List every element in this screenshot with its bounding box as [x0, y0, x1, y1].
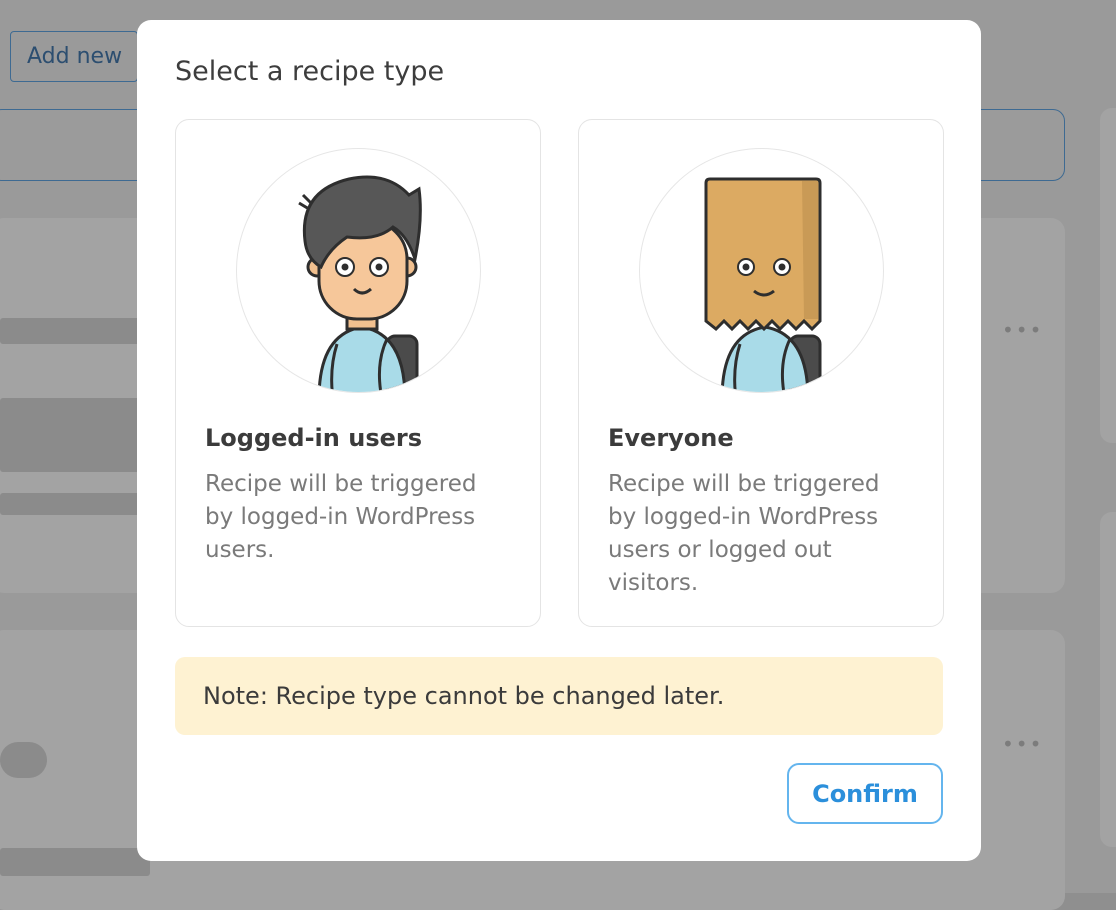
modal-title: Select a recipe type — [175, 56, 445, 87]
paper-bag-head-person-illustration — [639, 148, 884, 393]
option-title: Everyone — [608, 424, 734, 452]
option-everyone[interactable]: Everyone Recipe will be triggered by log… — [578, 119, 944, 627]
more-options-icon[interactable]: ••• — [1002, 732, 1043, 756]
option-description: Recipe will be triggered by logged-in Wo… — [205, 471, 477, 563]
option-logged-in-users[interactable]: Logged-in users Recipe will be triggered… — [175, 119, 541, 627]
option-title: Logged-in users — [205, 424, 422, 452]
background-side-card — [1100, 512, 1116, 847]
background-placeholder-bar — [0, 493, 150, 515]
warning-note: Note: Recipe type cannot be changed late… — [175, 657, 943, 735]
person-with-backpack-illustration — [236, 148, 481, 393]
background-placeholder-bar — [0, 742, 47, 778]
more-options-icon[interactable]: ••• — [1002, 318, 1043, 342]
add-new-button[interactable]: Add new — [10, 31, 138, 82]
background-placeholder-bar — [0, 848, 150, 876]
confirm-button[interactable]: Confirm — [787, 763, 943, 824]
recipe-type-modal: Select a recipe type Logged-in users Rec… — [137, 20, 981, 861]
background-side-card — [1100, 108, 1116, 443]
background-placeholder-bar — [0, 398, 150, 472]
option-description: Recipe will be triggered by logged-in Wo… — [608, 471, 880, 596]
background-placeholder-bar — [0, 318, 150, 344]
